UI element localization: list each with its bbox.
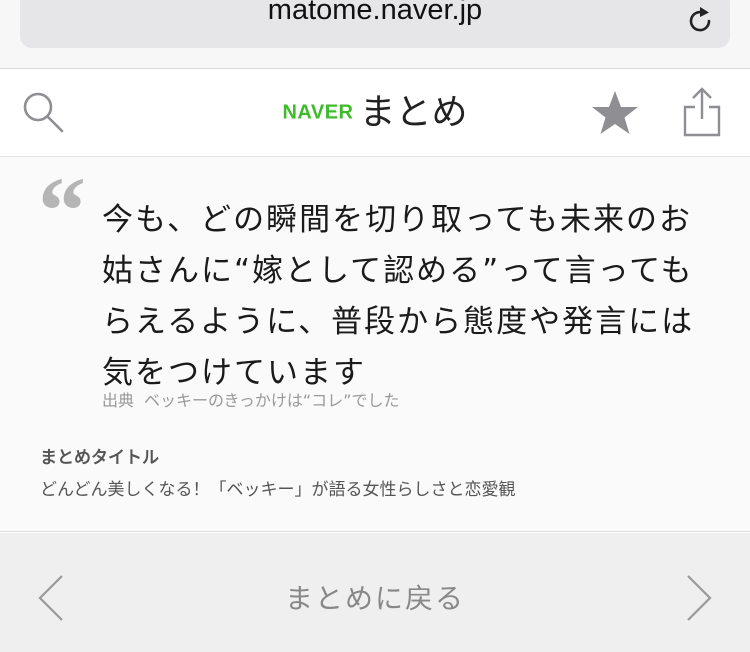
url-text: matome.naver.jp — [267, 0, 483, 26]
share-icon[interactable] — [680, 85, 724, 139]
matome-title-link[interactable]: どんどん美しくなる！「ベッキー」が語る女性らしさと恋愛観 — [40, 475, 516, 500]
logo-title: まとめ — [359, 91, 468, 133]
star-icon[interactable] — [590, 89, 640, 137]
quote-text: 今も、どの瞬間を切り取っても未来のお姑さんに“嫁として認める”って言ってもらえる… — [102, 202, 695, 391]
quote-section: “ 今も、どの瞬間を切り取っても未来のお姑さんに“嫁として認める”って言ってもら… — [0, 157, 750, 532]
quote-mark-icon: “ — [38, 157, 86, 264]
back-to-matome-button[interactable]: まとめに戻る — [0, 577, 750, 617]
quote-source: 出典 ベッキーのきっかけは“コレ”でした — [102, 387, 399, 411]
chevron-right-icon[interactable] — [684, 573, 714, 623]
browser-address-bar: matome.naver.jp — [0, 0, 750, 69]
source-link[interactable]: ベッキーのきっかけは“コレ”でした — [144, 391, 399, 410]
matome-title-label: まとめタイトル — [40, 448, 159, 468]
source-label: 出典 — [102, 391, 135, 410]
app-header: NAVER まとめ — [0, 69, 750, 157]
bottom-navigation: まとめに戻る — [0, 533, 750, 652]
reload-icon[interactable] — [686, 6, 716, 36]
logo-brand: NAVER — [282, 101, 354, 124]
url-field[interactable]: matome.naver.jp — [20, 0, 730, 48]
